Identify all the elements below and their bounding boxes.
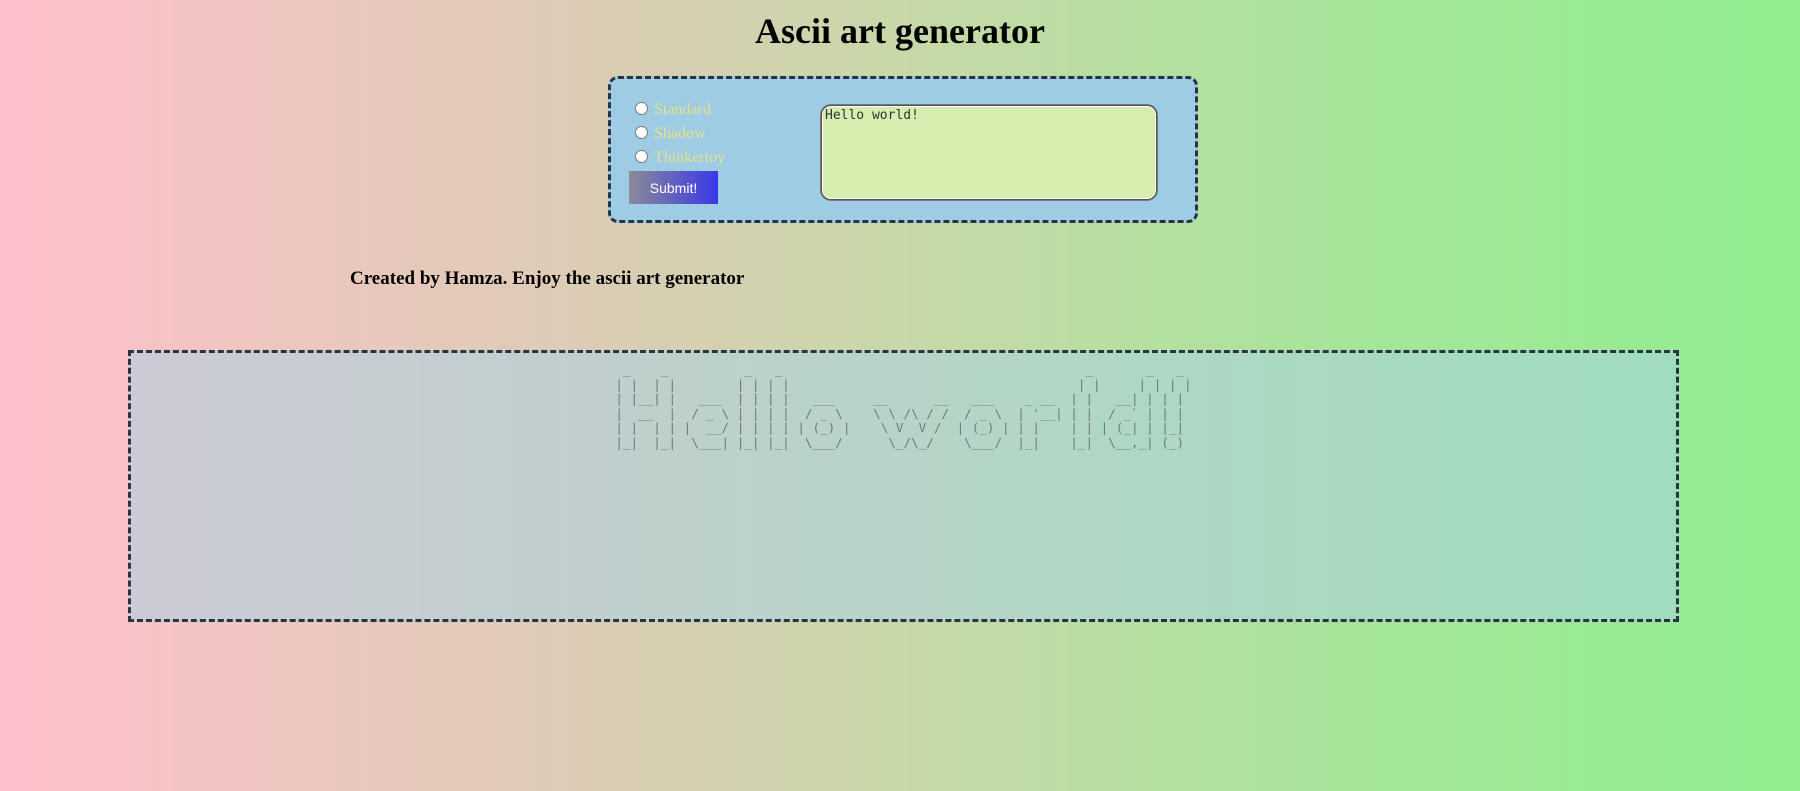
radio-label-thinkertoy[interactable]: Thinkertoy xyxy=(654,149,725,167)
radio-label-standard[interactable]: Standard xyxy=(654,101,711,119)
ascii-output-panel: _ _ _ _ _ _ _ | | | | | | | | | | | | | … xyxy=(128,350,1679,622)
radio-option-standard[interactable]: Standard xyxy=(635,98,725,122)
radio-option-thinkertoy[interactable]: Thinkertoy xyxy=(635,146,725,170)
ascii-form: Standard Shadow Thinkertoy Submit! Hello… xyxy=(608,76,1198,223)
radio-label-shadow[interactable]: Shadow xyxy=(654,125,706,143)
submit-button[interactable]: Submit! xyxy=(629,171,718,204)
radio-standard[interactable] xyxy=(635,101,648,115)
ascii-art-output: _ _ _ _ _ _ _ | | | | | | | | | | | | | … xyxy=(615,362,1192,450)
radio-option-shadow[interactable]: Shadow xyxy=(635,122,725,146)
radio-thinkertoy[interactable] xyxy=(635,149,648,163)
page-title: Ascii art generator xyxy=(755,11,1045,51)
radio-shadow[interactable] xyxy=(635,125,648,139)
ascii-art-output-wrapper: _ _ _ _ _ _ _ | | | | | | | | | | | | | … xyxy=(131,362,1676,450)
text-input[interactable]: Hello world! xyxy=(821,105,1157,200)
font-radio-group: Standard Shadow Thinkertoy xyxy=(635,98,725,170)
credit-text: Created by Hamza. Enjoy the ascii art ge… xyxy=(350,268,745,289)
